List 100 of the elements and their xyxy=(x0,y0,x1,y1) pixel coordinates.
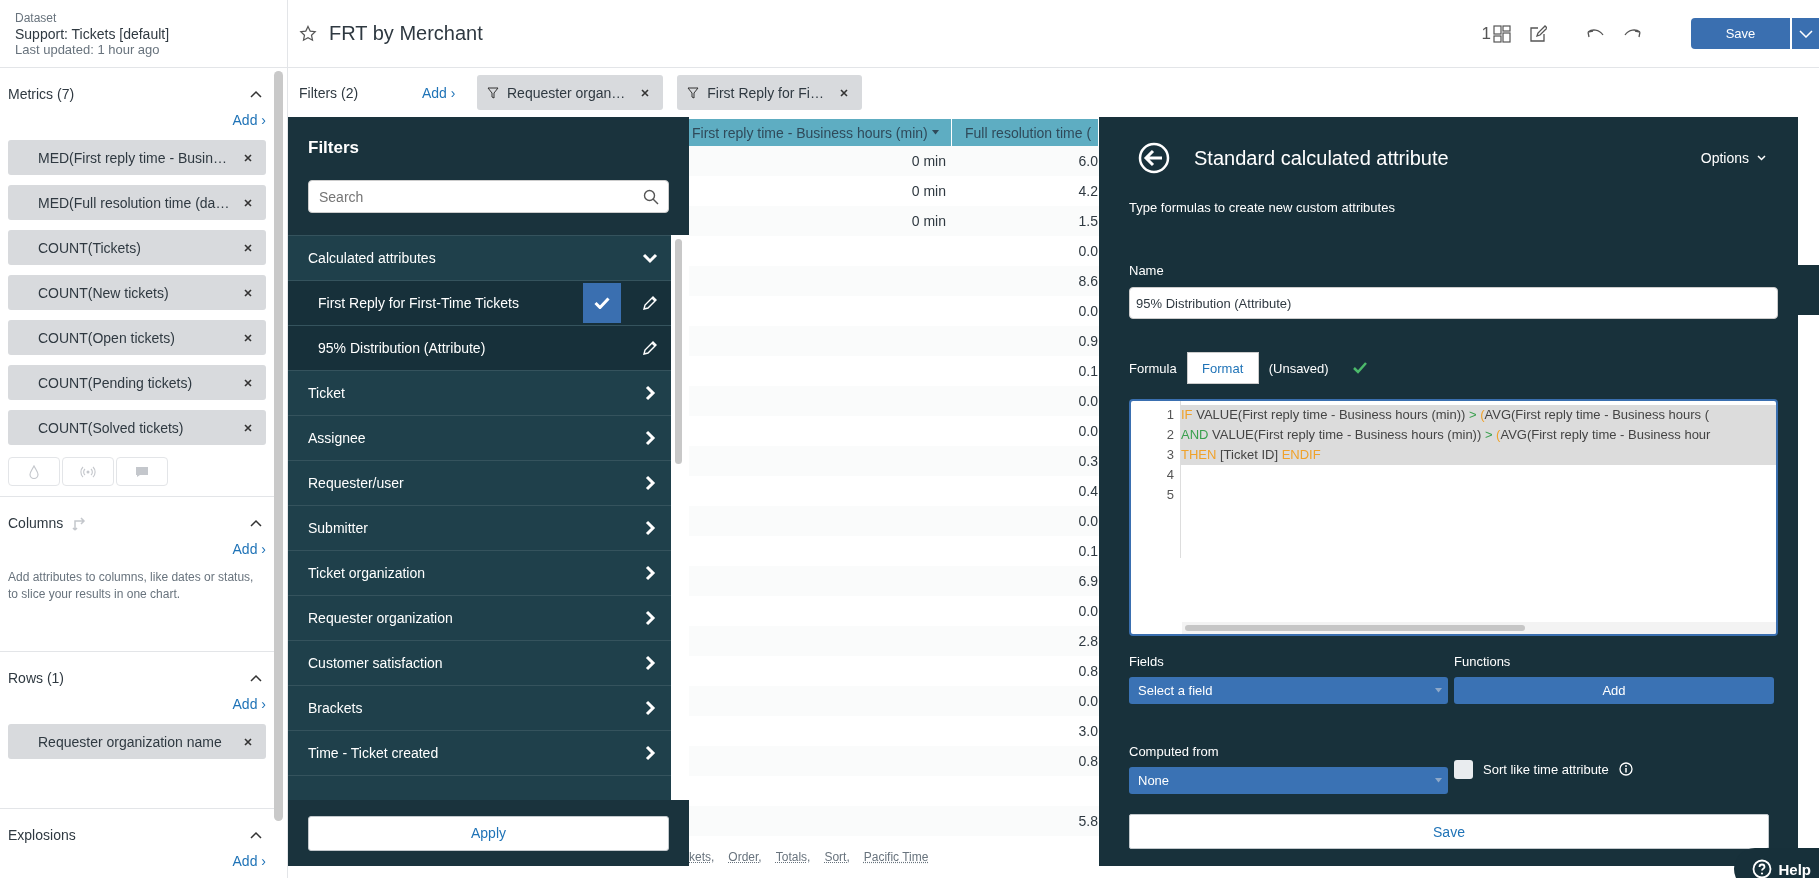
remove-icon[interactable] xyxy=(244,423,252,432)
help-button[interactable]: Help xyxy=(1734,848,1819,878)
add-link[interactable]: Add › xyxy=(232,696,266,712)
metric-chip[interactable]: COUNT(Open tickets) xyxy=(8,320,266,355)
field-select[interactable]: Select a field xyxy=(1129,677,1448,704)
add-function-button[interactable]: Add xyxy=(1454,677,1774,704)
add-link[interactable]: Add › xyxy=(232,541,266,557)
attribute-item[interactable]: First Reply for First-Time Tickets xyxy=(288,280,671,325)
metric-chip[interactable]: COUNT(Pending tickets) xyxy=(8,365,266,400)
remove-icon[interactable] xyxy=(244,288,252,297)
panel-title: Filters xyxy=(307,137,361,159)
pencil-icon[interactable] xyxy=(643,341,657,355)
section-title: Rows (1) xyxy=(8,670,64,686)
star-icon[interactable] xyxy=(299,24,317,43)
remove-icon[interactable] xyxy=(244,153,252,162)
table-cell: 0 min xyxy=(911,183,946,199)
category-item[interactable]: Ticket xyxy=(288,370,671,415)
format-button[interactable]: Format xyxy=(1186,352,1259,384)
scrollbar[interactable] xyxy=(274,71,283,821)
remove-icon[interactable] xyxy=(244,333,252,342)
metric-chip[interactable]: COUNT(Solved tickets) xyxy=(8,410,266,445)
table-cell: 8.6 xyxy=(1078,273,1098,289)
collapse-caret-icon[interactable] xyxy=(250,90,262,98)
table-cell: 0.8 xyxy=(1078,753,1098,769)
options-button[interactable]: Options xyxy=(1694,149,1772,167)
line-number: 2 xyxy=(1165,426,1175,444)
metric-chip[interactable]: Requester organization name xyxy=(8,724,266,759)
table-cell: 0.3 xyxy=(1078,453,1098,469)
search-icon[interactable] xyxy=(643,189,659,205)
section-title: Metrics (7) xyxy=(8,86,75,102)
footer-link[interactable]: Pacific Time xyxy=(863,850,929,864)
collapse-caret-icon[interactable] xyxy=(250,674,262,682)
metric-chip[interactable]: COUNT(Tickets) xyxy=(8,230,266,265)
footer-link[interactable]: Totals, xyxy=(775,850,811,864)
table-cell: 1.5 xyxy=(1078,213,1098,229)
category-item[interactable]: Time - Ticket created xyxy=(288,730,671,775)
section-title: Explosions xyxy=(8,827,76,843)
back-icon[interactable] xyxy=(1138,142,1170,174)
table-cell: 5.8 xyxy=(1078,813,1098,829)
add-link[interactable]: Add › xyxy=(232,853,266,869)
table-cell: 0.0 xyxy=(1078,303,1098,319)
apply-button[interactable]: Apply xyxy=(308,815,669,851)
save-button[interactable]: Save xyxy=(1691,18,1790,49)
pencil-icon[interactable] xyxy=(643,296,657,310)
column-header[interactable]: Full resolution time ( xyxy=(952,119,1099,146)
checkbox[interactable] xyxy=(1454,759,1473,779)
table-cell: 0.4 xyxy=(1078,483,1098,499)
computed-from-label: Computed from xyxy=(1129,744,1220,759)
name-field[interactable]: 95% Distribution (Attribute) xyxy=(1129,287,1778,319)
metric-chip[interactable]: MED(First reply time - Busin… xyxy=(8,140,266,175)
scrollbar[interactable] xyxy=(1185,625,1525,631)
category-item[interactable]: Requester organization xyxy=(288,595,671,640)
edit-icon[interactable] xyxy=(1529,24,1547,43)
search-field[interactable]: Search xyxy=(308,180,669,213)
redo-icon[interactable] xyxy=(1623,27,1641,40)
category-item[interactable]: Brackets xyxy=(288,685,671,730)
remove-icon[interactable] xyxy=(641,88,650,97)
remove-icon[interactable] xyxy=(840,88,848,97)
code-line: IF VALUE(First reply time - Business hours (min)) > (AVG(First reply time - Business hours ( xyxy=(1181,407,1709,422)
metric-chip[interactable]: COUNT(New tickets) xyxy=(8,275,266,310)
category-item[interactable]: Ticket organization xyxy=(288,550,671,595)
category-item[interactable]: Requester/user xyxy=(288,460,671,505)
undo-icon[interactable] xyxy=(1587,27,1605,40)
footer-link[interactable]: Sort, xyxy=(824,850,850,864)
info-icon[interactable] xyxy=(1618,762,1633,776)
footer-link[interactable]: Order, xyxy=(728,850,762,864)
remove-icon[interactable] xyxy=(244,243,252,252)
formula-editor[interactable] xyxy=(1129,399,1778,636)
save-menu-button[interactable] xyxy=(1791,18,1819,49)
category-item[interactable]: Submitter xyxy=(288,505,671,550)
remove-icon[interactable] xyxy=(244,737,252,746)
column-header[interactable]: First reply time - Business hours (min) xyxy=(689,119,952,146)
report-title: FRT by Merchant xyxy=(329,22,483,45)
check-icon xyxy=(594,296,610,309)
category-item[interactable]: Customer satisfaction xyxy=(288,640,671,685)
filter-chip[interactable]: Requester organ… xyxy=(477,75,664,110)
scrollbar[interactable] xyxy=(675,239,682,464)
filter-chip[interactable]: First Reply for Fi… xyxy=(677,75,862,110)
table-cell: 0 min xyxy=(911,153,946,169)
table-cell: 4.2 xyxy=(1078,183,1098,199)
footer-link[interactable]: kets, xyxy=(689,850,715,864)
dataset-name: Support: Tickets [default] xyxy=(15,26,171,42)
layout-button[interactable]: 1 xyxy=(1481,23,1511,44)
save-attribute-button[interactable]: Save xyxy=(1129,814,1769,849)
category-item[interactable]: Calculated attributes xyxy=(288,235,671,280)
remove-icon[interactable] xyxy=(244,198,252,207)
formula-label: Formula xyxy=(1129,360,1177,376)
category-item[interactable]: Assignee xyxy=(288,415,671,460)
collapse-caret-icon[interactable] xyxy=(250,831,262,839)
metric-chip[interactable]: MED(Full resolution time (da… xyxy=(8,185,266,220)
checkbox[interactable] xyxy=(583,282,621,323)
computed-from-select[interactable]: None xyxy=(1129,767,1448,794)
add-filter-link[interactable]: Add › xyxy=(422,84,477,101)
code-line: AND VALUE(First reply time - Business hours (min)) > (AVG(First reply time - Business hour xyxy=(1181,427,1711,442)
filters-label: Filters (2) xyxy=(299,84,360,101)
collapse-caret-icon[interactable] xyxy=(250,519,262,527)
remove-icon[interactable] xyxy=(244,378,252,387)
last-updated: Last updated: 1 hour ago xyxy=(15,42,161,58)
table-cell: 0.1 xyxy=(1078,543,1098,559)
add-link[interactable]: Add › xyxy=(232,112,266,128)
